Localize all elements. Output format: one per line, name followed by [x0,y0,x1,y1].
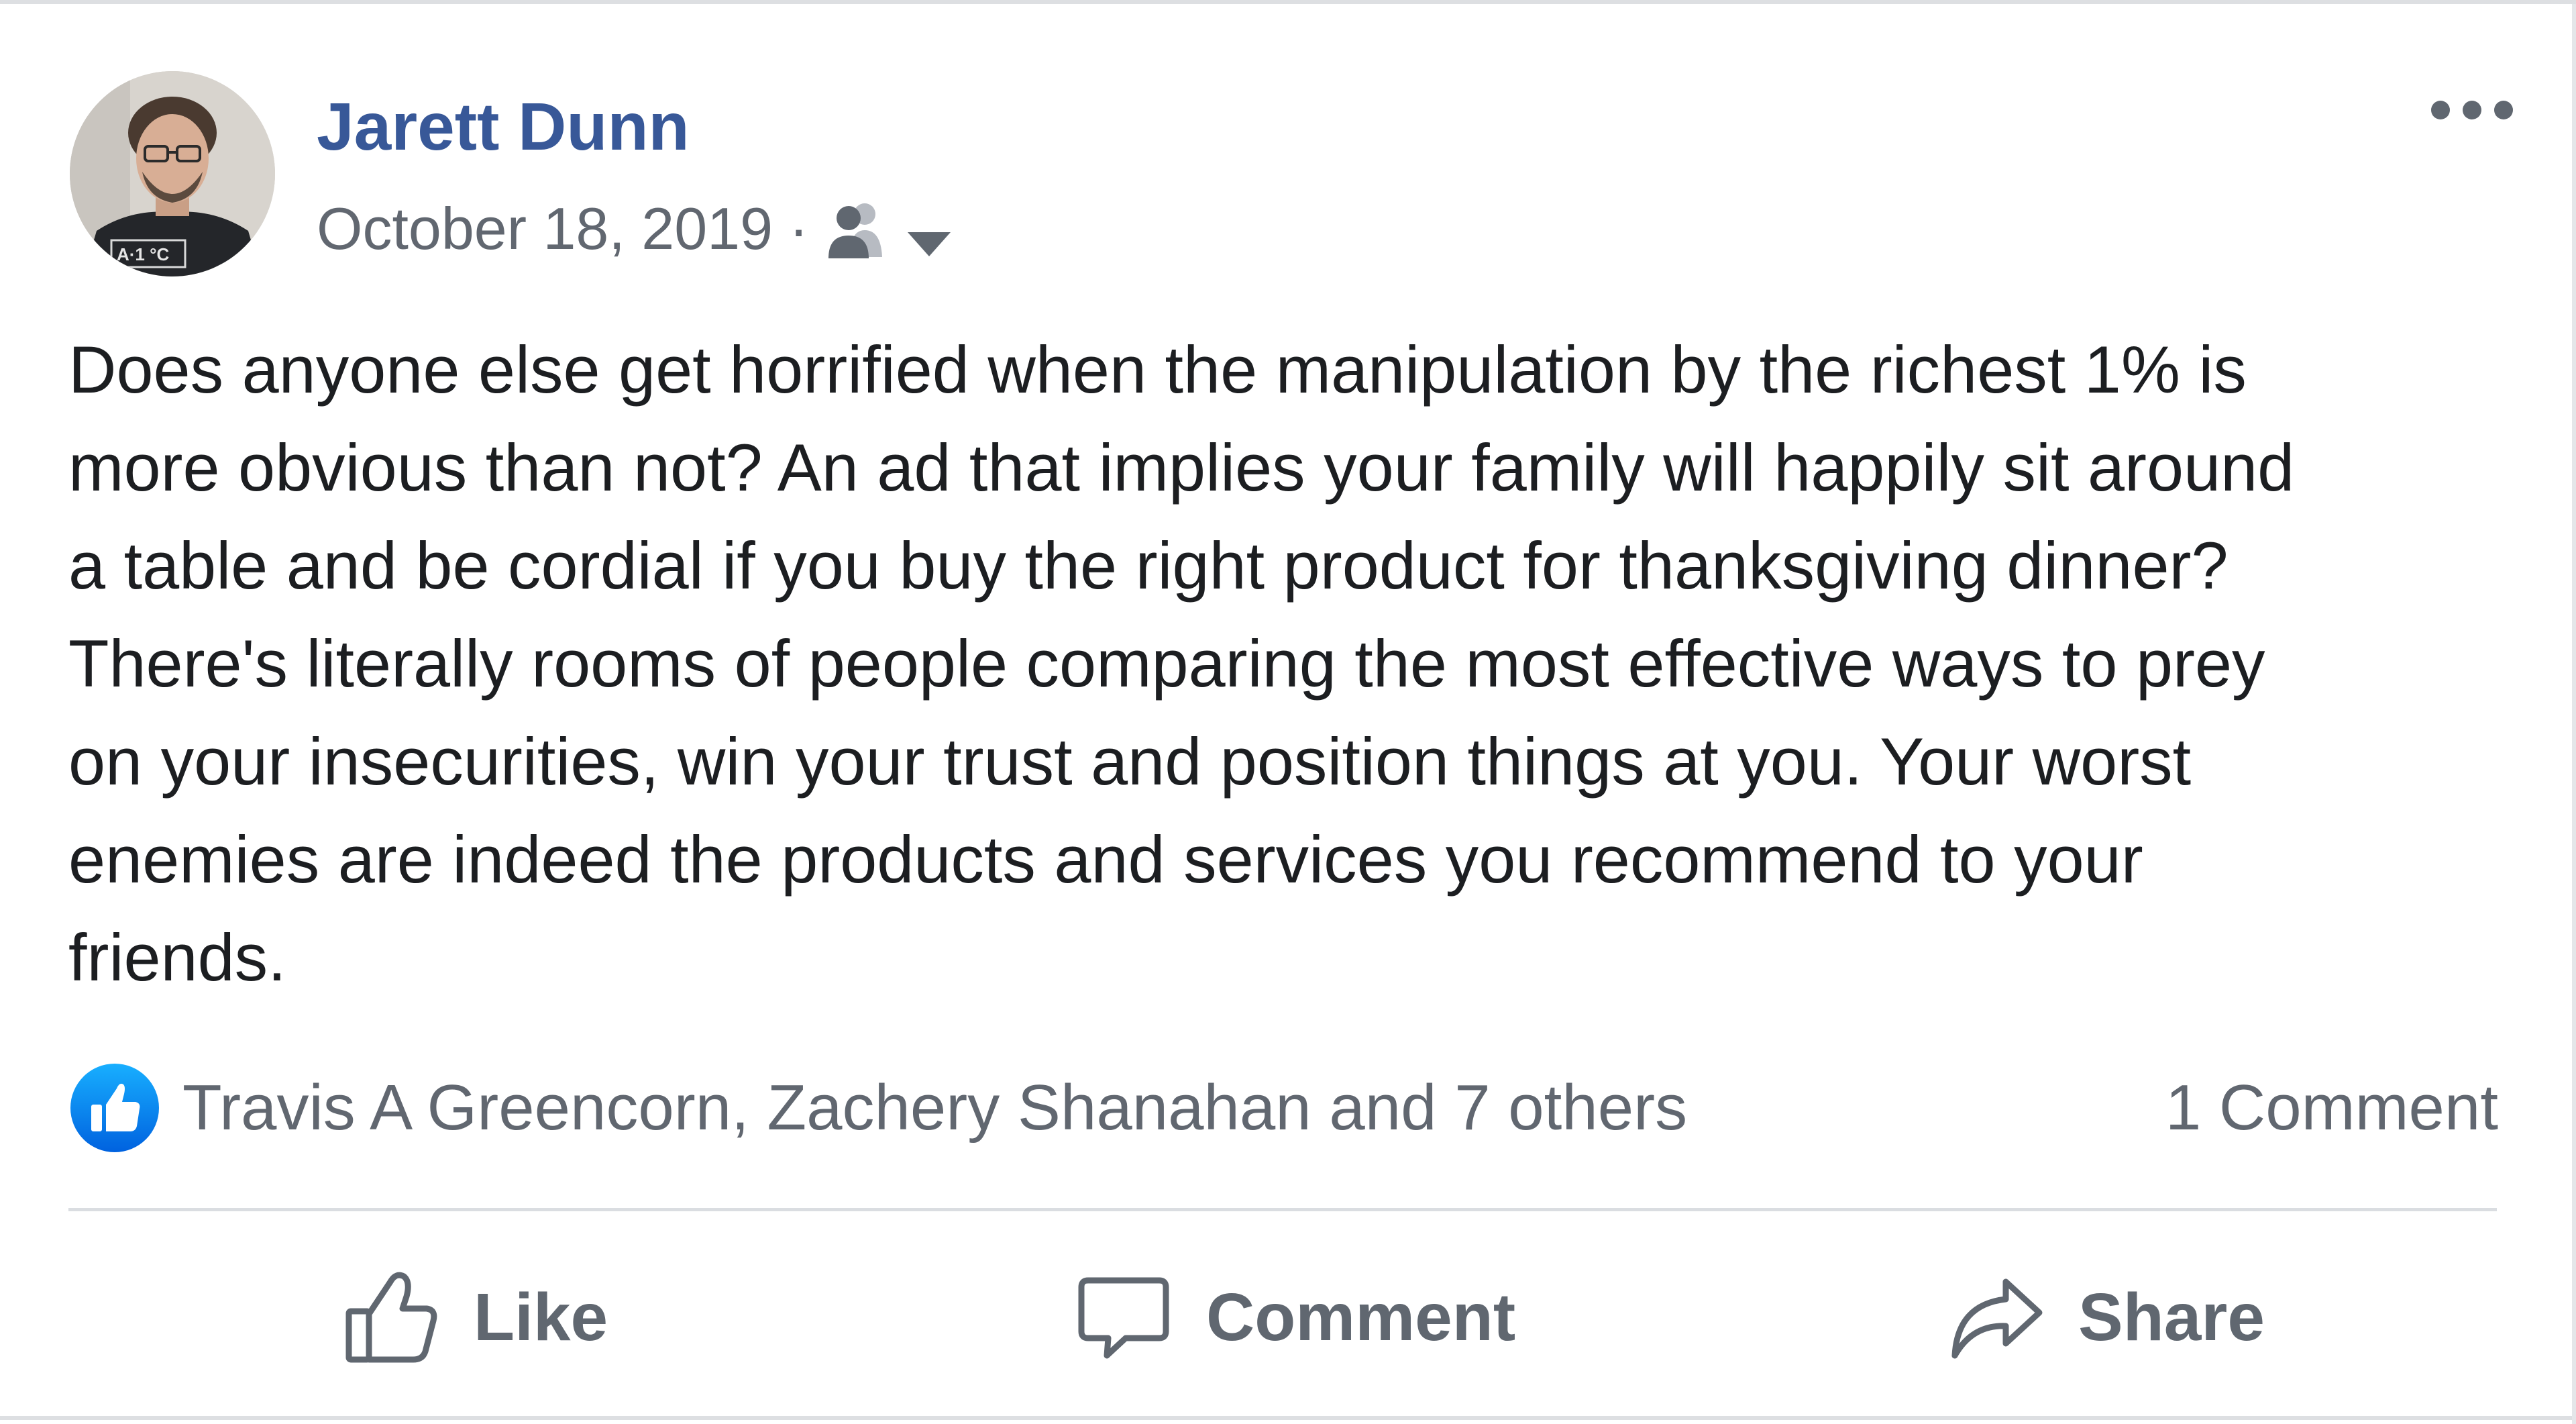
post-text-line: on your insecurities, win your trust and… [68,724,2192,799]
share-button[interactable]: Share [1945,1260,2265,1374]
like-label: Like [474,1279,608,1355]
more-options-icon[interactable] [2422,90,2522,130]
post-text-line: friends. [68,920,286,995]
post-text-line: enemies are indeed the products and serv… [68,822,2143,897]
thumbs-up-icon [345,1272,437,1363]
post-card: A·1 °C Jarett Dunn October 18, 2019 · Do… [0,0,2576,1424]
post-text-line: more obvious than not? An ad that implie… [68,430,2295,505]
share-arrow-icon [1951,1278,2043,1359]
post-text-line: There's literally rooms of people compar… [68,626,2265,701]
post-text: Does anyone else get horrified when the … [68,321,2537,1007]
avatar-photo: A·1 °C [70,71,275,276]
author-avatar[interactable]: A·1 °C [70,71,275,276]
friends-icon[interactable] [823,199,893,258]
post-date[interactable]: October 18, 2019 [317,195,773,263]
author-name[interactable]: Jarett Dunn [317,89,690,166]
svg-text:A·1 °C: A·1 °C [117,244,170,264]
comment-label: Comment [1206,1279,1516,1355]
comment-button[interactable]: Comment [1073,1260,1515,1374]
like-button[interactable]: Like [341,1260,608,1374]
like-reaction-icon[interactable] [68,1062,161,1154]
divider [68,1208,2497,1211]
reactors-names[interactable]: Travis A Greencorn, Zachery Shanahan and… [182,1064,1687,1152]
share-label: Share [2078,1279,2265,1355]
post-meta: October 18, 2019 · [317,192,956,266]
meta-separator: · [789,195,809,262]
caret-down-icon[interactable] [902,209,956,256]
comment-count[interactable]: 1 Comment [2165,1064,2498,1152]
post-text-line: Does anyone else get horrified when the … [68,332,2247,407]
card-edge [2572,4,2576,1424]
comment-bubble-icon [1078,1277,1169,1359]
post-text-line: a table and be cordial if you buy the ri… [68,528,2229,603]
